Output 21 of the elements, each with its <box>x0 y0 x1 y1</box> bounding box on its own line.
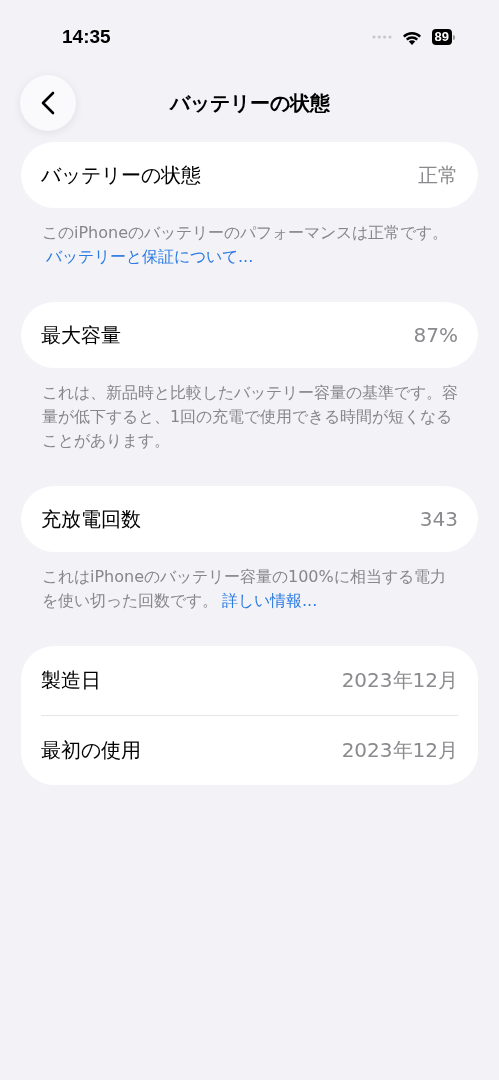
row-label: 最大容量 <box>41 321 121 349</box>
row-value: 87% <box>413 323 458 347</box>
row-label: 充放電回数 <box>41 505 141 533</box>
battery-indicator: 89 <box>431 29 455 45</box>
footer-text: このiPhoneのバッテリーのパフォーマンスは正常です。 バッテリーと保証について... <box>41 222 449 268</box>
footer-text: これは、新品時と比較したバッテリー容量の基準です。容量が低下すると、1回の充電で使用できる時間が短くなることがあります。 <box>41 382 459 452</box>
info-link[interactable]: 詳しい情報... <box>222 591 318 610</box>
row-value: 2023年12月 <box>341 737 458 764</box>
wifi-icon <box>401 29 422 45</box>
footer-text: これはiPhoneのバッテリー容量の100%に相当する電力を使い切った回数です。 詳しい情報... <box>41 566 447 612</box>
row-label: バッテリーの状態 <box>41 161 201 189</box>
row-value: 343 <box>419 507 458 531</box>
page-title: バッテリーの状態 <box>169 89 330 117</box>
row-label: 製造日 <box>41 667 101 694</box>
row-value: 2023年12月 <box>341 667 458 694</box>
cellular-signal-icon <box>371 35 392 39</box>
row-value: 正常 <box>418 161 458 189</box>
info-link[interactable]: バッテリーと保証について... <box>46 247 254 266</box>
status-time: 14:35 <box>62 26 111 48</box>
row-label: 最初の使用 <box>41 737 141 764</box>
back-icon <box>41 91 55 115</box>
